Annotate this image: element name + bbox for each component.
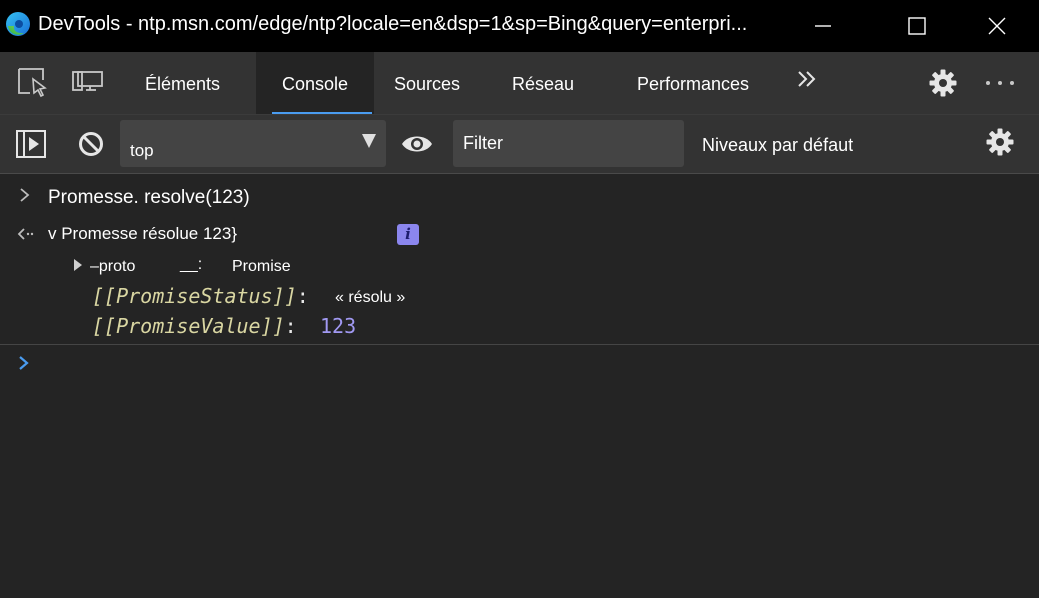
tab-performance[interactable]: Performances <box>637 52 749 114</box>
expand-triangle-icon[interactable] <box>74 259 82 271</box>
close-button[interactable] <box>974 8 1020 44</box>
proto-separator: __: <box>180 256 203 273</box>
promise-value-key: [[PromiseValue]]: <box>92 314 297 338</box>
inspect-element-icon[interactable] <box>16 66 50 98</box>
console-command-text: Promesse. resolve(123) <box>48 187 250 208</box>
context-selector[interactable]: top <box>120 120 386 167</box>
promise-status-key-text: [[PromiseStatus]] <box>92 284 297 308</box>
eye-icon[interactable] <box>400 131 434 157</box>
maximize-icon <box>908 17 926 35</box>
filter-input[interactable] <box>453 120 684 167</box>
device-toolbar-icon[interactable] <box>70 66 104 98</box>
log-levels-dropdown[interactable]: Niveaux par défaut <box>702 135 853 156</box>
maximize-button[interactable] <box>894 8 940 44</box>
tab-console[interactable]: Console <box>256 52 374 114</box>
promise-status-colon: : <box>296 284 309 308</box>
console-result-text[interactable]: v Promesse résolue 123} <box>48 224 237 244</box>
more-options-icon[interactable] <box>984 78 1018 88</box>
title-bar: DevTools - ntp.msn.com/edge/ntp?locale=e… <box>0 0 1039 52</box>
prompt-icon <box>19 356 29 370</box>
minimize-icon <box>815 25 831 27</box>
divider <box>0 344 1039 345</box>
console-toolbar: top Niveaux par défaut <box>0 114 1039 174</box>
promise-status-key: [[PromiseStatus]]: <box>92 284 309 308</box>
proto-value: Promise <box>232 258 291 275</box>
promise-value-colon: : <box>284 314 297 338</box>
context-selector-value: top <box>130 141 154 160</box>
result-arrow-icon <box>17 228 34 240</box>
minimize-button[interactable] <box>800 8 846 44</box>
devtools-tab-bar: Éléments Console Sources Réseau Performa… <box>0 52 1039 114</box>
promise-status-value: « résolu » <box>335 289 406 306</box>
settings-icon[interactable] <box>928 68 958 98</box>
tab-elements[interactable]: Éléments <box>145 52 220 114</box>
clear-console-icon[interactable] <box>77 130 105 158</box>
chevron-right-icon <box>20 188 30 202</box>
promise-value-key-text: [[PromiseValue]] <box>92 314 285 338</box>
proto-key: –proto <box>90 258 136 275</box>
close-icon <box>988 17 1006 35</box>
sidebar-toggle-icon[interactable] <box>15 129 47 159</box>
tab-sources[interactable]: Sources <box>394 52 460 114</box>
console-settings-icon[interactable] <box>985 127 1015 157</box>
window-title: DevTools - ntp.msn.com/edge/ntp?locale=e… <box>38 13 748 35</box>
tab-network[interactable]: Réseau <box>512 52 574 114</box>
more-tabs-icon[interactable] <box>796 68 818 90</box>
console-output[interactable]: Promesse. resolve(123) v Promesse résolu… <box>0 174 1039 598</box>
info-badge[interactable]: i <box>397 224 419 245</box>
promise-value-number: 123 <box>320 314 357 338</box>
dropdown-arrow-icon <box>362 134 376 148</box>
edge-logo-icon <box>6 12 30 36</box>
